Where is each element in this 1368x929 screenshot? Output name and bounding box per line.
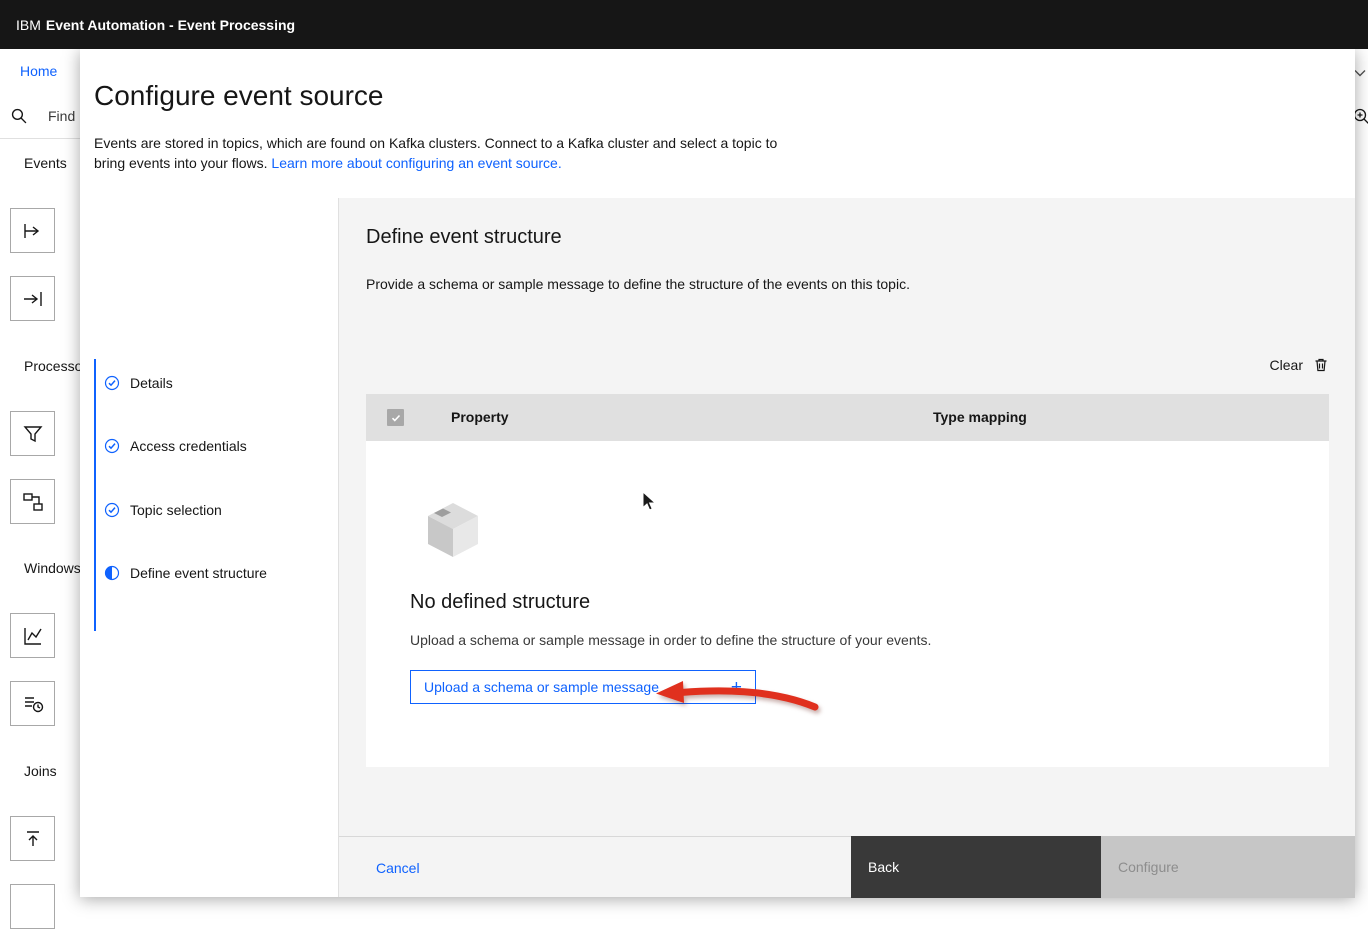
top-n-icon [21, 692, 45, 716]
checkmark-outline-icon [104, 375, 120, 391]
incomplete-icon [104, 565, 120, 581]
content-subheading: Provide a schema or sample message to de… [366, 276, 910, 292]
palette-tile-aggregate[interactable] [10, 613, 55, 658]
checkmark-outline-icon [104, 438, 120, 454]
progress-indicator: Details Access credentials Topic selecti… [80, 198, 338, 897]
progress-line [94, 359, 96, 631]
transform-icon [21, 490, 45, 514]
configure-event-source-modal: Configure event source Events are stored… [80, 49, 1355, 898]
palette-tile-transform[interactable] [10, 479, 55, 524]
empty-state-title: No defined structure [410, 591, 591, 613]
content-heading: Define event structure [366, 226, 562, 248]
palette-section-windows: Windows [24, 560, 81, 576]
cube-pictogram-icon [421, 498, 485, 562]
ibm-logo: IBM [16, 16, 41, 33]
search-icon [10, 107, 27, 124]
modal-footer: Cancel Back Configure [339, 836, 1355, 898]
empty-state-description: Upload a schema or sample message in ord… [410, 632, 932, 648]
mouse-cursor [642, 491, 660, 512]
step-define-event-structure[interactable]: Define event structure [104, 565, 267, 581]
aggregate-icon [21, 624, 45, 648]
select-all-checkbox[interactable] [387, 409, 404, 426]
column-header-property: Property [451, 409, 509, 425]
breadcrumb-home-link[interactable]: Home [20, 63, 57, 79]
step-access-credentials[interactable]: Access credentials [104, 438, 247, 454]
event-source-icon [21, 219, 45, 243]
filter-icon [21, 422, 45, 446]
palette-tile-partial[interactable] [10, 884, 55, 929]
app-header: IBM Event Automation - Event Processing [0, 0, 1368, 49]
step-topic-selection[interactable]: Topic selection [104, 502, 222, 518]
interval-join-icon [21, 827, 45, 851]
modal-title: Configure event source [94, 80, 384, 111]
annotation-arrow [651, 674, 823, 718]
palette-tile-event-source[interactable] [10, 208, 55, 253]
step-details[interactable]: Details [104, 375, 173, 391]
divider [0, 138, 80, 139]
palette-section-events: Events [24, 155, 67, 171]
configure-button[interactable]: Configure [1101, 836, 1355, 898]
column-header-type-mapping: Type mapping [933, 409, 1027, 425]
trash-icon [1313, 357, 1329, 373]
palette-tile-interval-join[interactable] [10, 816, 55, 861]
palette-tile-top-n[interactable] [10, 681, 55, 726]
back-button[interactable]: Back [851, 836, 1101, 898]
palette-tile-filter[interactable] [10, 411, 55, 456]
app-title: Event Automation - Event Processing [45, 16, 296, 33]
palette-section-joins: Joins [24, 763, 57, 779]
modal-content: Define event structure Provide a schema … [338, 198, 1355, 898]
modal-description: Events are stored in topics, which are f… [94, 135, 778, 171]
table-header-row: Property Type mapping [366, 394, 1329, 441]
cancel-button[interactable]: Cancel [376, 837, 420, 898]
table-body-empty-state: No defined structure Upload a schema or … [366, 441, 1329, 767]
checkmark-outline-icon [104, 502, 120, 518]
clear-button[interactable]: Clear [1270, 353, 1329, 377]
palette-tile-event-destination[interactable] [10, 276, 55, 321]
event-destination-icon [21, 287, 45, 311]
learn-more-link[interactable]: Learn more about configuring an event so… [271, 155, 561, 171]
